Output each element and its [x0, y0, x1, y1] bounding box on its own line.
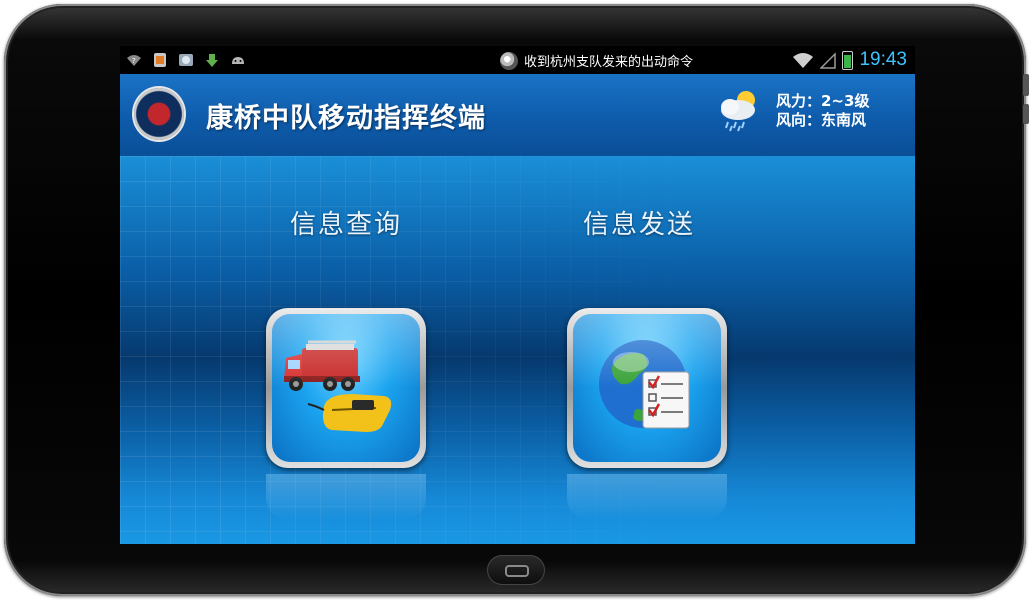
svg-text:?: ? — [132, 57, 136, 65]
volume-button[interactable] — [1023, 104, 1029, 124]
android-icon — [232, 57, 244, 64]
info-send-reflection — [567, 474, 727, 520]
app-store-icon — [154, 53, 166, 67]
disc-icon — [500, 51, 518, 70]
status-bar: ? 收到杭州支队发来的出动命令 19:43 — [120, 46, 915, 74]
main-panel: 信息查询 信息发送 — [120, 156, 915, 544]
image-icon — [179, 54, 193, 66]
wind-direction: 风向：东南风 — [776, 111, 867, 129]
screen: ? 收到杭州支队发来的出动命令 19:43 康桥中队移动指挥终端 风力：2~3级… — [120, 46, 915, 544]
download-icon — [206, 54, 218, 67]
wifi-question-icon: ? — [127, 55, 141, 66]
app-header: 康桥中队移动指挥终端 风力：2~3级 风向：东南风 — [120, 74, 915, 157]
weather-info: 风力：2~3级 风向：东南风 — [776, 92, 869, 130]
clock: 19:43 — [859, 49, 907, 70]
notification[interactable]: 收到杭州支队发来的出动命令 — [500, 51, 693, 70]
app-title: 康桥中队移动指挥终端 — [206, 103, 486, 134]
battery-icon — [842, 50, 854, 70]
notification-text: 收到杭州支队发来的出动命令 — [524, 55, 694, 70]
rain-cloud-icon — [721, 91, 755, 132]
wind-force: 风力：2~3级 — [776, 92, 870, 110]
home-button[interactable] — [487, 555, 545, 585]
fire-truck-icon — [284, 340, 392, 432]
power-button[interactable] — [1023, 74, 1029, 96]
info-send-label: 信息发送 — [583, 210, 696, 240]
grid-background — [120, 156, 915, 544]
wifi-icon — [793, 52, 814, 68]
info-query-reflection — [266, 474, 426, 520]
globe-checklist-icon — [599, 340, 690, 429]
info-send-button[interactable] — [567, 308, 727, 468]
fire-brigade-emblem-icon — [134, 88, 184, 140]
info-query-label: 信息查询 — [290, 210, 403, 240]
signal-icon — [820, 51, 837, 69]
info-query-button[interactable] — [266, 308, 426, 468]
